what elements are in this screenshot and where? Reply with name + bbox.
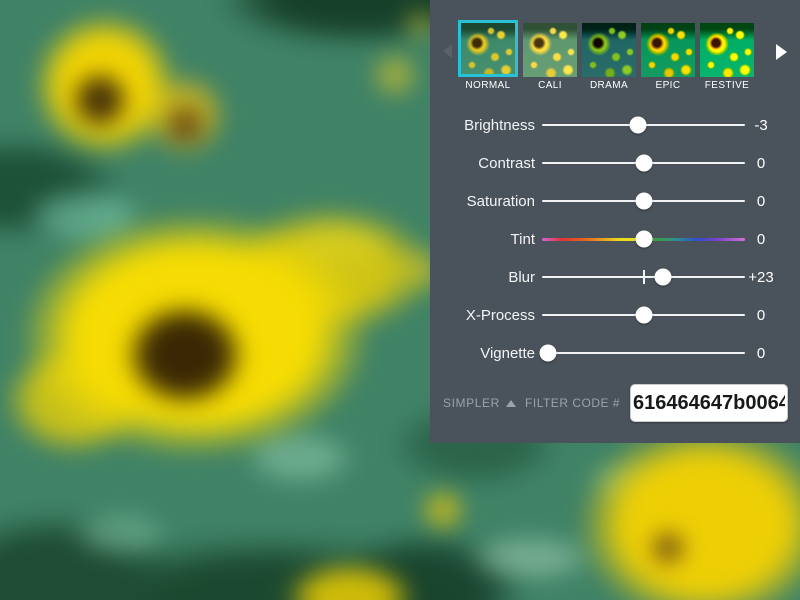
slider-track[interactable]: [542, 305, 745, 325]
slider-track[interactable]: [542, 153, 745, 173]
slider-value: 0: [747, 231, 775, 248]
filter-thumb-normal[interactable]: NORMAL: [458, 20, 518, 92]
filter-thumb-festive[interactable]: FESTIVE: [700, 20, 754, 92]
slider-thumb[interactable]: [635, 193, 652, 210]
adjustment-sliders: Brightness -3 Contrast 0 Saturation 0 Tint 0 Blu…: [430, 106, 800, 372]
filter-thumb-image[interactable]: [700, 23, 754, 77]
effects-panel: NORMAL CALI DRAMA EPIC FESTIVE Brightness -3 C…: [430, 0, 800, 443]
scroll-right-arrow[interactable]: [776, 44, 787, 60]
filter-thumb-image[interactable]: [523, 23, 577, 77]
slider-label: Vignette: [430, 345, 535, 362]
filter-strip: NORMAL CALI DRAMA EPIC FESTIVE: [430, 0, 800, 92]
slider-thumb[interactable]: [635, 307, 652, 324]
filter-thumb-label: CALI: [538, 80, 562, 92]
filter-thumbnails: NORMAL CALI DRAMA EPIC FESTIVE: [458, 20, 800, 92]
slider-label: Brightness: [430, 117, 535, 134]
filter-thumb-drama[interactable]: DRAMA: [582, 20, 636, 92]
slider-label: Contrast: [430, 155, 535, 172]
filter-thumb-epic[interactable]: EPIC: [641, 20, 695, 92]
filter-thumb-image[interactable]: [582, 23, 636, 77]
slider-track[interactable]: [542, 115, 745, 135]
slider-track[interactable]: [542, 267, 745, 287]
filter-thumb-label: NORMAL: [465, 80, 510, 92]
slider-row-blur: Blur +23: [430, 258, 800, 296]
slider-row-saturation: Saturation 0: [430, 182, 800, 220]
slider-value: -3: [747, 117, 775, 134]
slider-thumb[interactable]: [540, 345, 557, 362]
slider-value: +23: [747, 269, 775, 286]
filter-thumb-cali[interactable]: CALI: [523, 20, 577, 92]
slider-thumb[interactable]: [654, 269, 671, 286]
slider-value: 0: [747, 345, 775, 362]
slider-center-tick: [643, 270, 645, 284]
filter-code-label: FILTER CODE #: [525, 396, 620, 410]
slider-value: 0: [747, 307, 775, 324]
slider-thumb[interactable]: [635, 231, 652, 248]
slider-row-tint: Tint 0: [430, 220, 800, 258]
slider-track[interactable]: [542, 229, 745, 249]
slider-row-vignette: Vignette 0: [430, 334, 800, 372]
photo-editor-window: NORMAL CALI DRAMA EPIC FESTIVE Brightness -3 C…: [0, 0, 800, 600]
track-line: [542, 352, 745, 354]
filter-thumb-image[interactable]: [641, 23, 695, 77]
filter-thumb-label: FESTIVE: [705, 80, 749, 92]
scroll-left-arrow[interactable]: [443, 44, 452, 58]
slider-track[interactable]: [542, 191, 745, 211]
collapse-up-icon: [506, 400, 516, 407]
slider-thumb[interactable]: [630, 117, 647, 134]
slider-row-contrast: Contrast 0: [430, 144, 800, 182]
slider-value: 0: [747, 155, 775, 172]
filter-thumb-image[interactable]: [458, 20, 518, 77]
slider-label: Blur: [430, 269, 535, 286]
panel-footer: SIMPLER FILTER CODE #: [443, 383, 788, 423]
filter-code-input[interactable]: [630, 384, 788, 422]
slider-row-x-process: X-Process 0: [430, 296, 800, 334]
slider-label: X-Process: [430, 307, 535, 324]
slider-label: Saturation: [430, 193, 535, 210]
slider-thumb[interactable]: [635, 155, 652, 172]
slider-track[interactable]: [542, 343, 745, 363]
simpler-label: SIMPLER: [443, 396, 500, 410]
simpler-toggle[interactable]: SIMPLER: [443, 396, 516, 410]
filter-thumb-label: DRAMA: [590, 80, 628, 92]
slider-label: Tint: [430, 231, 535, 248]
slider-value: 0: [747, 193, 775, 210]
slider-row-brightness: Brightness -3: [430, 106, 800, 144]
filter-thumb-label: EPIC: [656, 80, 681, 92]
